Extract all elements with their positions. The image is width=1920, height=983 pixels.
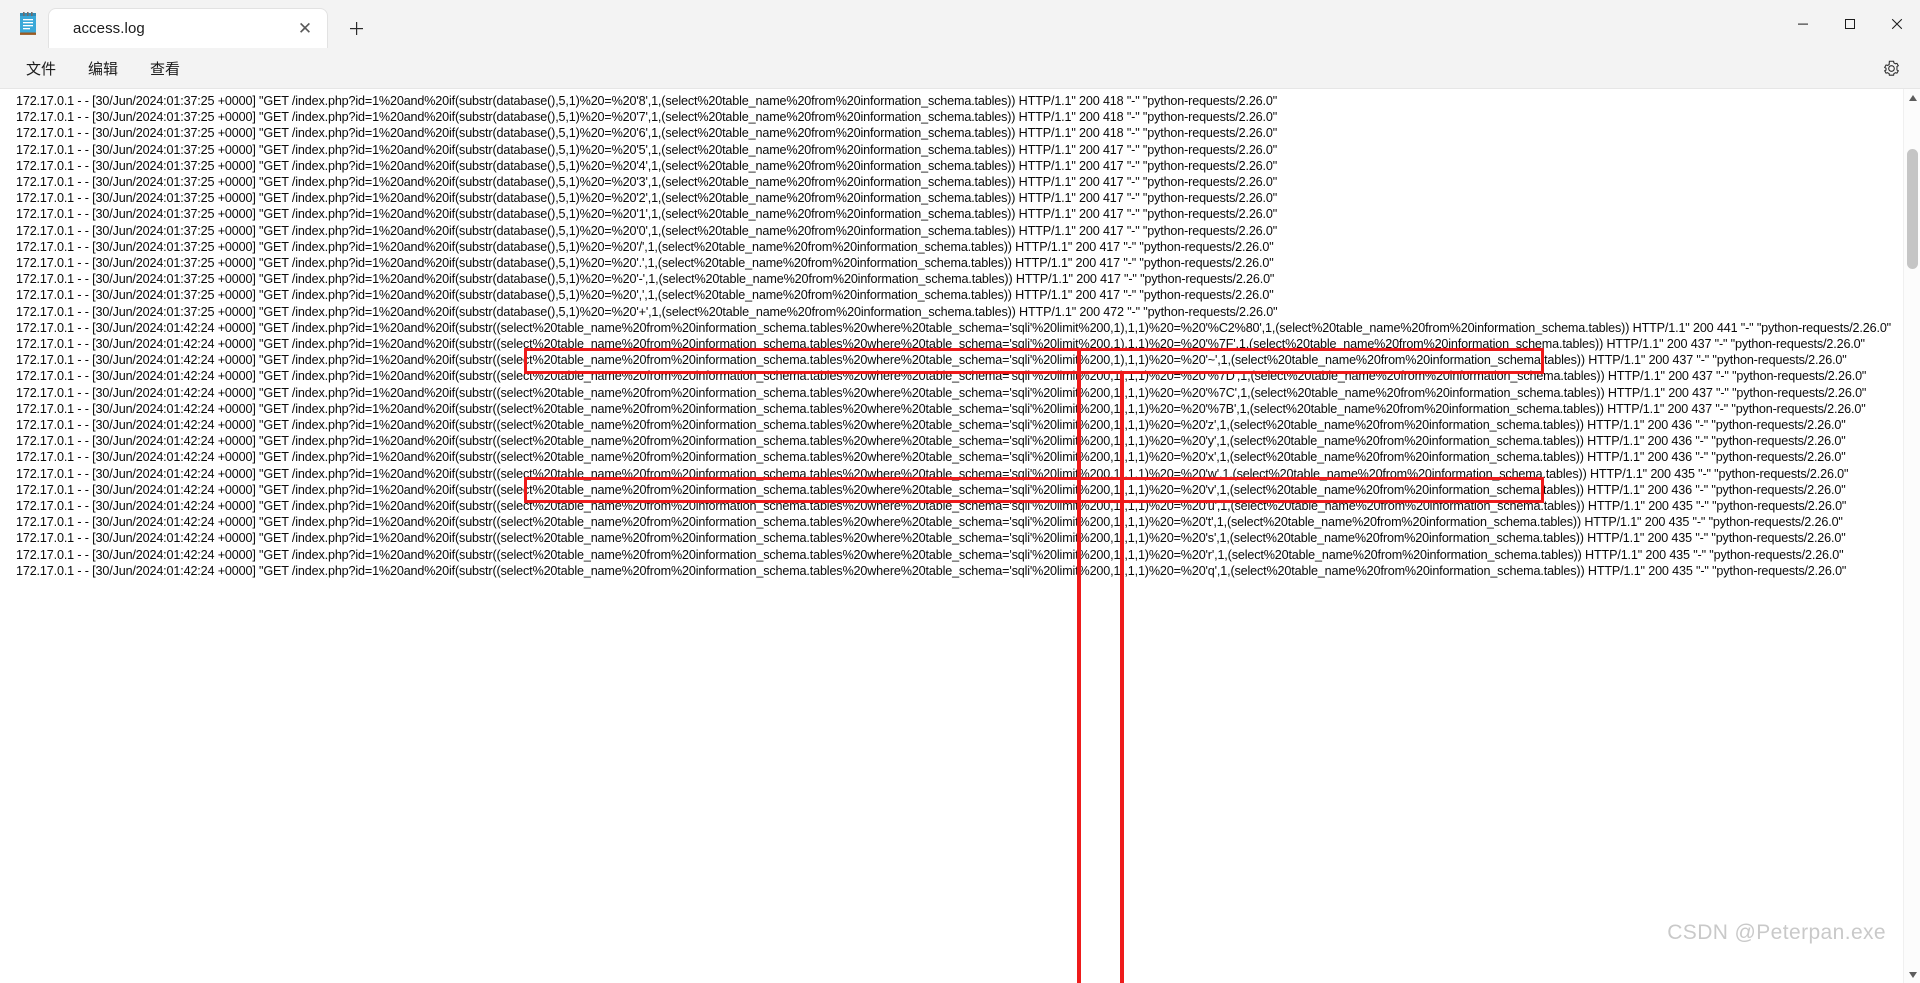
log-line: 172.17.0.1 - - [30/Jun/2024:01:42:24 +00… [16, 499, 1847, 514]
maximize-button[interactable] [1826, 0, 1873, 48]
log-line: 172.17.0.1 - - [30/Jun/2024:01:42:24 +00… [16, 353, 1847, 368]
editor-area: 172.17.0.1 - - [30/Jun/2024:01:37:25 +00… [0, 88, 1920, 983]
log-line: 172.17.0.1 - - [30/Jun/2024:01:37:25 +00… [16, 223, 1278, 238]
window-controls [1779, 0, 1920, 48]
log-line: 172.17.0.1 - - [30/Jun/2024:01:42:24 +00… [16, 515, 1843, 530]
tab-label: access.log [73, 20, 145, 37]
log-line: 172.17.0.1 - - [30/Jun/2024:01:37:25 +00… [16, 239, 1274, 254]
log-line: 172.17.0.1 - - [30/Jun/2024:01:42:24 +00… [16, 434, 1846, 449]
log-line: 172.17.0.1 - - [30/Jun/2024:01:42:24 +00… [16, 418, 1846, 433]
close-window-button[interactable] [1873, 0, 1920, 48]
log-line: 172.17.0.1 - - [30/Jun/2024:01:37:25 +00… [16, 175, 1278, 190]
log-line: 172.17.0.1 - - [30/Jun/2024:01:42:24 +00… [16, 337, 1865, 352]
minimize-icon [1797, 23, 1808, 25]
log-line: 172.17.0.1 - - [30/Jun/2024:01:37:25 +00… [16, 191, 1278, 206]
log-line: 172.17.0.1 - - [30/Jun/2024:01:42:24 +00… [16, 482, 1846, 497]
log-text-content[interactable]: 172.17.0.1 - - [30/Jun/2024:01:37:25 +00… [0, 89, 1903, 983]
maximize-icon [1844, 19, 1855, 29]
log-line: 172.17.0.1 - - [30/Jun/2024:01:37:25 +00… [16, 207, 1278, 222]
new-tab-button[interactable] [338, 10, 374, 46]
log-line: 172.17.0.1 - - [30/Jun/2024:01:42:24 +00… [16, 369, 1867, 384]
close-tab-icon[interactable]: ✕ [291, 15, 319, 43]
log-line: 172.17.0.1 - - [30/Jun/2024:01:37:25 +00… [16, 288, 1274, 303]
menu-item-view[interactable]: 查看 [138, 53, 192, 84]
log-line: 172.17.0.1 - - [30/Jun/2024:01:37:25 +00… [16, 110, 1278, 125]
log-line: 172.17.0.1 - - [30/Jun/2024:01:42:24 +00… [16, 450, 1846, 465]
log-line: 172.17.0.1 - - [30/Jun/2024:01:42:24 +00… [16, 401, 1866, 416]
plus-icon [349, 21, 363, 35]
log-line: 172.17.0.1 - - [30/Jun/2024:01:37:25 +00… [16, 94, 1278, 108]
scrollbar-thumb[interactable] [1907, 149, 1918, 269]
notepad-icon [8, 0, 48, 48]
log-line: 172.17.0.1 - - [30/Jun/2024:01:37:25 +00… [16, 272, 1275, 287]
menu-bar: 文件 编辑 查看 [0, 48, 1920, 88]
tab-strip: access.log ✕ [0, 0, 1779, 48]
log-line: 172.17.0.1 - - [30/Jun/2024:01:37:25 +00… [16, 158, 1278, 173]
log-line: 172.17.0.1 - - [30/Jun/2024:01:42:24 +00… [16, 547, 1844, 562]
log-line: 172.17.0.1 - - [30/Jun/2024:01:42:24 +00… [16, 531, 1846, 546]
log-line: 172.17.0.1 - - [30/Jun/2024:01:42:24 +00… [16, 385, 1867, 400]
scroll-up-icon[interactable] [1904, 89, 1920, 106]
log-line: 172.17.0.1 - - [30/Jun/2024:01:37:25 +00… [16, 304, 1278, 319]
minimize-button[interactable] [1779, 0, 1826, 48]
log-line: 172.17.0.1 - - [30/Jun/2024:01:42:24 +00… [16, 466, 1849, 481]
tab-access-log[interactable]: access.log ✕ [48, 8, 328, 48]
log-line: 172.17.0.1 - - [30/Jun/2024:01:42:24 +00… [16, 563, 1847, 578]
gear-icon[interactable] [1876, 53, 1906, 83]
title-bar: access.log ✕ [0, 0, 1920, 48]
vertical-scrollbar[interactable] [1903, 89, 1920, 983]
log-line: 172.17.0.1 - - [30/Jun/2024:01:37:25 +00… [16, 256, 1274, 271]
close-icon [1891, 18, 1902, 30]
menu-item-file[interactable]: 文件 [14, 53, 68, 84]
menu-item-edit[interactable]: 编辑 [76, 53, 130, 84]
scroll-down-icon[interactable] [1904, 966, 1920, 983]
log-line: 172.17.0.1 - - [30/Jun/2024:01:37:25 +00… [16, 142, 1278, 157]
log-line: 172.17.0.1 - - [30/Jun/2024:01:42:24 +00… [16, 320, 1891, 335]
log-line: 172.17.0.1 - - [30/Jun/2024:01:37:25 +00… [16, 126, 1278, 141]
